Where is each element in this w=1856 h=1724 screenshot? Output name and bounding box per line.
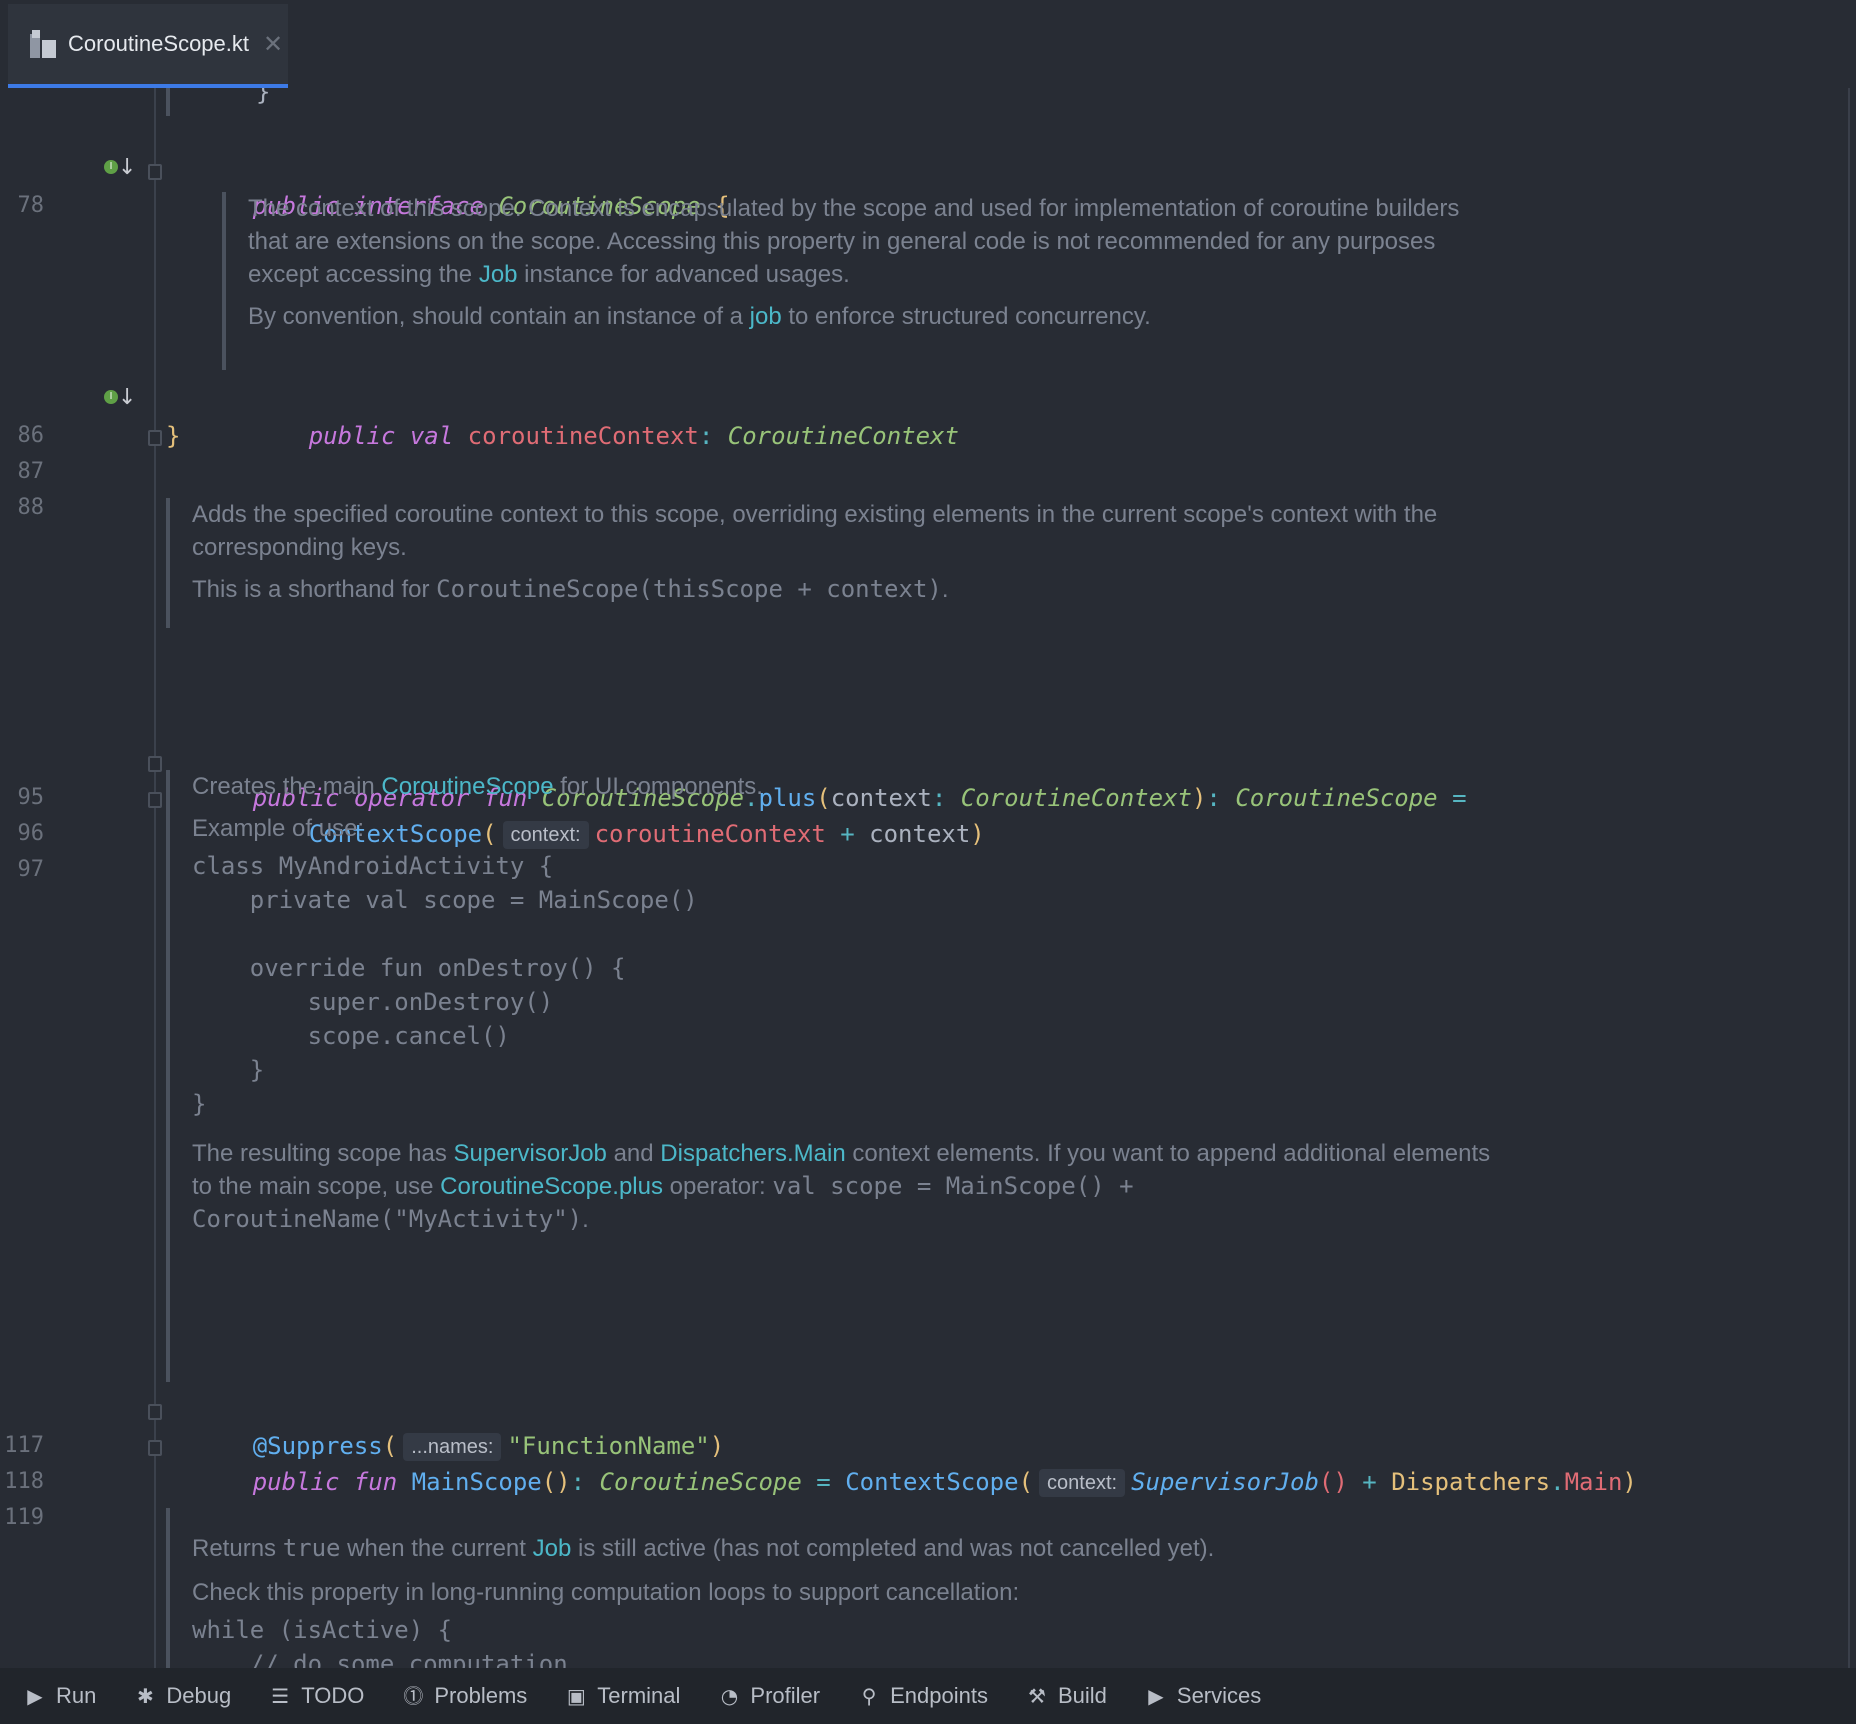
line-number: 97 (17, 857, 45, 882)
services-icon: ▶ (1148, 1684, 1164, 1708)
tab-label: CoroutineScope.kt (68, 31, 249, 56)
fold-icon[interactable] (148, 756, 162, 772)
fold-icon[interactable] (148, 1404, 162, 1420)
todo-list-icon: ☰ (271, 1684, 290, 1708)
kotlin-file-icon (30, 30, 56, 58)
doc-comment-plus: Adds the specified coroutine context to … (166, 498, 1506, 628)
tool-run[interactable]: ▶ Run (24, 1683, 96, 1709)
doc-link-supervisorjob[interactable]: SupervisorJob (453, 1140, 606, 1167)
code-line: } (256, 88, 271, 106)
doc-link-job[interactable]: Job (533, 1535, 572, 1562)
doc-paragraph: By convention, should contain an instanc… (248, 303, 1151, 330)
code-line-87: 87 } (0, 418, 1840, 484)
doc-link-job[interactable]: job (750, 303, 782, 330)
debug-bug-icon: ✱ (136, 1684, 154, 1708)
doc-paragraph: Creates the main CoroutineScope for UI c… (192, 773, 763, 800)
doc-paragraph: Example of use: (192, 815, 365, 842)
doc-link-coroutinescope[interactable]: CoroutineScope (381, 773, 553, 800)
doc-paragraph: Adds the specified coroutine context to … (192, 501, 1438, 561)
doc-code-sample: class MyAndroidActivity { private val sc… (192, 852, 698, 1118)
doc-paragraph: This is a shorthand for CoroutineScope(t… (192, 575, 949, 603)
tool-endpoints[interactable]: ⚲ Endpoints (858, 1683, 988, 1709)
fold-icon[interactable] (148, 164, 162, 180)
doc-link-job[interactable]: Job (479, 261, 518, 288)
code-line-88: 88 (0, 454, 1840, 520)
tool-problems[interactable]: ⓵ Problems (402, 1683, 527, 1709)
profiler-icon: ◔ (720, 1684, 739, 1708)
doc-paragraph: Returns true when the current Job is sti… (192, 1534, 1215, 1562)
tool-services[interactable]: ▶ Services (1145, 1683, 1261, 1709)
code-line-118: 118 public fun MainScope(): CoroutineSco… (0, 1428, 1840, 1497)
tool-build[interactable]: ⚒ Build (1026, 1683, 1107, 1709)
terminal-icon: ▣ (566, 1684, 586, 1708)
tool-profiler[interactable]: ◔ Profiler (718, 1683, 820, 1709)
code-editor[interactable]: } 78 I ↓ public interface CoroutineScope … (0, 88, 1856, 1668)
tool-debug[interactable]: ✱ Debug (134, 1683, 231, 1709)
doc-paragraph: Check this property in long-running comp… (192, 1579, 1020, 1606)
line-number: 88 (17, 495, 45, 520)
fold-icon[interactable] (148, 792, 162, 808)
code-line-119: 119 (0, 1464, 1840, 1530)
doc-comment-coroutine-context: The context of this scope. Context is en… (222, 192, 1502, 370)
doc-code-sample: while (isActive) { // do some computatio… (192, 1616, 568, 1668)
endpoints-icon: ⚲ (861, 1684, 877, 1708)
doc-paragraph: The resulting scope has SupervisorJob an… (192, 1140, 1491, 1233)
fold-icon[interactable] (148, 1440, 162, 1456)
code-line-78: 78 I ↓ public interface CoroutineScope { (0, 152, 1840, 221)
code-line-86: 86 I ↓ public val coroutineContext: Corou… (0, 382, 1840, 451)
doc-link-dispatchers-main[interactable]: Dispatchers.Main (660, 1140, 845, 1167)
doc-link-coroutinescope-plus[interactable]: CoroutineScope.plus (440, 1173, 663, 1200)
line-number: 119 (4, 1505, 44, 1530)
tab-coroutinescope-kt[interactable]: CoroutineScope.kt ✕ (8, 4, 288, 88)
editor-tab-bar: CoroutineScope.kt ✕ (0, 0, 1856, 88)
tool-todo[interactable]: ☰ TODO (269, 1683, 364, 1709)
code-line-117: 117 @Suppress(...names: "FunctionName") (0, 1392, 1840, 1461)
run-icon: ▶ (27, 1684, 43, 1708)
doc-paragraph: The context of this scope. Context is en… (248, 195, 1460, 288)
build-hammer-icon: ⚒ (1028, 1684, 1046, 1708)
problems-icon: ⓵ (403, 1684, 424, 1708)
implemented-gutter-icon[interactable]: I ↓ (104, 156, 136, 184)
close-tab-icon[interactable]: ✕ (263, 30, 283, 59)
tool-window-bar: ▶ Run ✱ Debug ☰ TODO ⓵ Problems ▣ Terminal ◔ P… (0, 1668, 1856, 1724)
doc-edge (166, 88, 192, 116)
doc-comment-isactive: Returns true when the current Job is sti… (166, 1508, 1506, 1668)
vertical-scrollbar[interactable] (1848, 88, 1850, 1668)
tool-terminal[interactable]: ▣ Terminal (565, 1683, 681, 1709)
fold-icon[interactable] (148, 430, 162, 446)
line-number: 78 (17, 193, 45, 218)
implemented-gutter-icon[interactable]: I ↓ (104, 386, 136, 414)
doc-comment-mainscope: Creates the main CoroutineScope for UI c… (166, 770, 1506, 1382)
